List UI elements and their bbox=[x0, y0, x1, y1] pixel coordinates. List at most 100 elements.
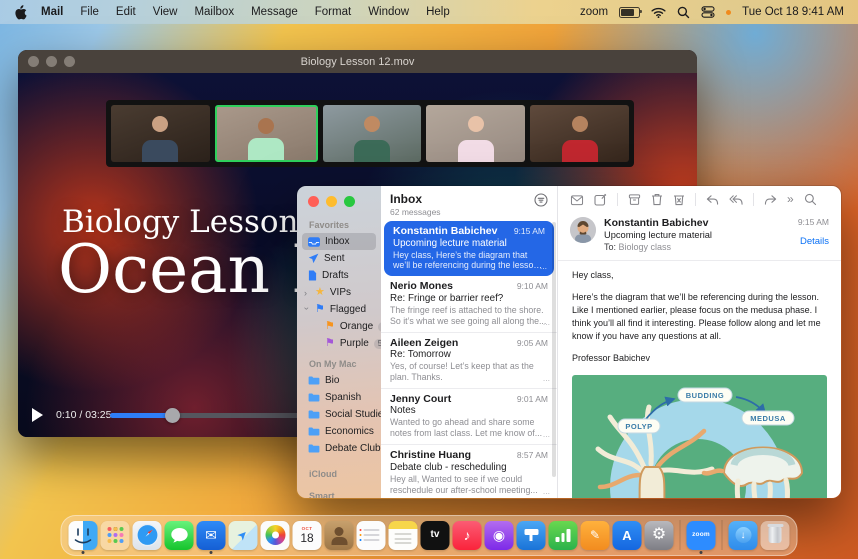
icloud-header[interactable]: iCloud bbox=[297, 457, 381, 482]
play-button[interactable] bbox=[32, 408, 43, 422]
flag-icon: ⚑ bbox=[315, 304, 325, 315]
menu-mailbox[interactable]: Mailbox bbox=[194, 6, 234, 18]
dock-keynote[interactable] bbox=[517, 521, 546, 550]
wifi-icon[interactable] bbox=[651, 7, 666, 18]
menu-message[interactable]: Message bbox=[251, 6, 298, 18]
dock-apple-tv[interactable]: tv bbox=[421, 521, 450, 550]
delete-icon[interactable] bbox=[651, 193, 663, 206]
menu-window[interactable]: Window bbox=[368, 6, 409, 18]
filter-icon[interactable] bbox=[534, 193, 548, 212]
message-row-3[interactable]: Aileen Zeigen9:05 AM Re: Tomorrow Yes, o… bbox=[381, 332, 557, 388]
get-mail-icon[interactable] bbox=[570, 194, 584, 206]
dock-photos[interactable] bbox=[261, 521, 290, 550]
menu-bar-clock[interactable]: Tue Oct 18 9:41 AM bbox=[742, 6, 844, 18]
sidebar-item-economics[interactable]: Economics bbox=[302, 423, 376, 440]
dock-system-settings[interactable]: ⚙ bbox=[645, 521, 674, 550]
search-icon[interactable] bbox=[804, 193, 817, 206]
recording-indicator-dot bbox=[726, 10, 731, 15]
document-icon bbox=[308, 270, 317, 281]
zoom-logo: zoom bbox=[692, 532, 710, 539]
reply-all-icon[interactable] bbox=[729, 194, 743, 206]
sidebar-item-flagged[interactable]: › ⚑ Flagged bbox=[302, 301, 376, 318]
dock-messages[interactable] bbox=[165, 521, 194, 550]
apple-menu-icon[interactable] bbox=[14, 5, 27, 20]
dock-divider bbox=[680, 520, 681, 550]
dock-notes[interactable] bbox=[389, 521, 418, 550]
progress-fill bbox=[110, 413, 172, 418]
menu-format[interactable]: Format bbox=[315, 6, 351, 18]
sidebar-item-inbox[interactable]: Inbox bbox=[302, 233, 376, 250]
close-button[interactable] bbox=[28, 56, 39, 67]
menu-edit[interactable]: Edit bbox=[116, 6, 136, 18]
smart-mailboxes-header[interactable]: Smart Mailboxes bbox=[297, 482, 381, 499]
sidebar-item-flag-orange[interactable]: ⚑ Orange 3 bbox=[319, 318, 376, 335]
dock-finder[interactable] bbox=[69, 521, 98, 550]
message-body: Hey class, Here’s the diagram that we’ll… bbox=[558, 261, 841, 374]
dock: ✉ ➤ OCT 18 tv ♪ ◉ ✎ A ⚙ zoom ↓ bbox=[61, 515, 798, 556]
zoom-window-button[interactable] bbox=[64, 56, 75, 67]
dock-app-store[interactable]: A bbox=[613, 521, 642, 550]
sidebar-item-bio[interactable]: Bio bbox=[302, 372, 376, 389]
dock-mail[interactable]: ✉ bbox=[197, 521, 226, 550]
menu-mail[interactable]: Mail bbox=[41, 6, 63, 18]
bar-chart-icon bbox=[556, 529, 571, 542]
compose-icon[interactable] bbox=[594, 193, 607, 206]
junk-icon[interactable] bbox=[673, 193, 685, 206]
more-toolbar-items-icon[interactable]: » bbox=[787, 193, 794, 205]
message-row-5[interactable]: Christine Huang8:57 AM Debate club - res… bbox=[381, 444, 557, 498]
scrollbar[interactable] bbox=[552, 222, 556, 477]
chevron-down-icon[interactable]: › bbox=[302, 307, 312, 313]
forward-icon[interactable] bbox=[764, 194, 777, 206]
minimize-button[interactable] bbox=[46, 56, 57, 67]
playback-time: 0:10 / 03:25 bbox=[56, 409, 111, 421]
progress-bar[interactable] bbox=[110, 413, 306, 418]
spotlight-search-icon[interactable] bbox=[677, 6, 690, 19]
close-button[interactable] bbox=[308, 196, 319, 207]
dock-calendar[interactable]: OCT 18 bbox=[293, 521, 322, 550]
message-header: Konstantin Babichev Upcoming lecture mat… bbox=[558, 213, 841, 261]
menu-view[interactable]: View bbox=[153, 6, 178, 18]
sidebar-item-vips[interactable]: › ★ VIPs bbox=[302, 284, 376, 301]
menu-help[interactable]: Help bbox=[426, 6, 450, 18]
dock-trash[interactable] bbox=[761, 521, 790, 550]
sidebar-item-spanish[interactable]: Spanish bbox=[302, 389, 376, 406]
dock-downloads-folder[interactable]: ↓ bbox=[729, 521, 758, 550]
dock-reminders[interactable] bbox=[357, 521, 386, 550]
sidebar-item-sent[interactable]: Sent bbox=[302, 250, 376, 267]
location-arrow-icon: ➤ bbox=[235, 527, 251, 543]
details-link[interactable]: Details bbox=[798, 236, 829, 247]
dock-podcasts[interactable]: ◉ bbox=[485, 521, 514, 550]
calendar-day: 18 bbox=[300, 532, 313, 544]
minimize-button[interactable] bbox=[326, 196, 337, 207]
dock-launchpad[interactable] bbox=[101, 521, 130, 550]
scrubber-knob[interactable] bbox=[165, 408, 180, 423]
dock-numbers[interactable] bbox=[549, 521, 578, 550]
dock-safari[interactable] bbox=[133, 521, 162, 550]
sidebar-item-debate-club[interactable]: Debate Club bbox=[302, 440, 376, 457]
archive-icon[interactable] bbox=[628, 193, 641, 206]
battery-icon[interactable] bbox=[619, 7, 640, 18]
dock-pages[interactable]: ✎ bbox=[581, 521, 610, 550]
tv-icon: tv bbox=[431, 530, 440, 540]
folder-icon bbox=[308, 410, 320, 419]
chevron-right-icon[interactable]: › bbox=[304, 288, 310, 298]
zoom-window-button[interactable] bbox=[344, 196, 355, 207]
control-center-icon[interactable] bbox=[701, 6, 715, 18]
sidebar-item-flag-purple[interactable]: ⚑ Purple 5 bbox=[319, 335, 376, 352]
menu-file[interactable]: File bbox=[80, 6, 99, 18]
message-row-4[interactable]: Jenny Court9:01 AM Notes Wanted to go ah… bbox=[381, 388, 557, 444]
sidebar-item-drafts[interactable]: Drafts bbox=[302, 267, 376, 284]
message-row-1[interactable]: Konstantin Babichev9:15 AM Upcoming lect… bbox=[384, 221, 554, 276]
sidebar-item-social-studies[interactable]: Social Studies bbox=[302, 406, 376, 423]
dock-contacts[interactable] bbox=[325, 521, 354, 550]
dock-maps[interactable]: ➤ bbox=[229, 521, 258, 550]
on-my-mac-header: On My Mac bbox=[297, 352, 381, 372]
dock-zoom[interactable]: zoom bbox=[687, 521, 716, 550]
zoom-status-item[interactable]: zoom bbox=[580, 6, 608, 18]
message-row-2[interactable]: Nerio Mones9:10 AM Re: Fringe or barrier… bbox=[381, 276, 557, 331]
folder-icon bbox=[308, 393, 320, 402]
reply-icon[interactable] bbox=[706, 194, 719, 206]
video-window-titlebar[interactable]: Biology Lesson 12.mov bbox=[18, 50, 697, 73]
sender-avatar bbox=[570, 217, 596, 243]
dock-music[interactable]: ♪ bbox=[453, 521, 482, 550]
